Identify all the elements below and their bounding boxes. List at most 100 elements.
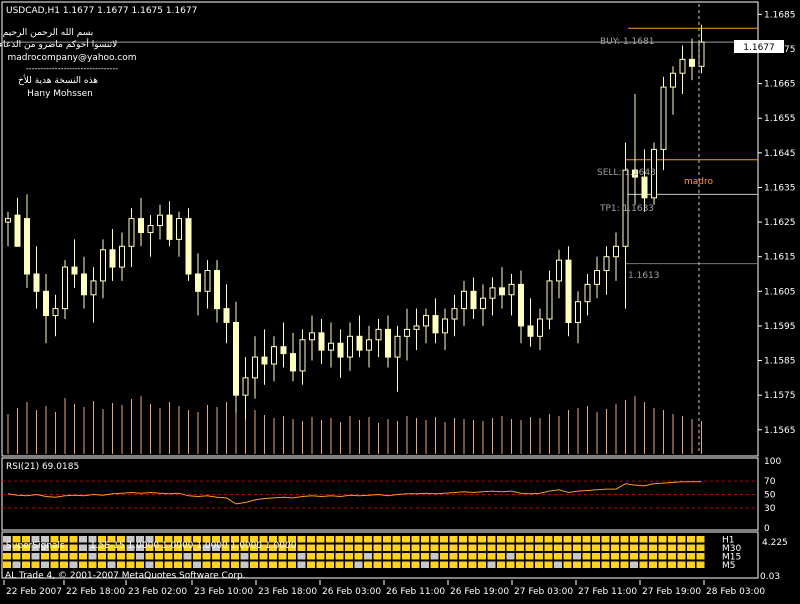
candle-body-bull <box>698 41 705 67</box>
signal-cell <box>478 544 486 551</box>
signal-cell <box>554 544 562 551</box>
signal-cell <box>630 544 638 551</box>
signal-cell <box>430 561 439 568</box>
candle-body-bull <box>508 283 515 296</box>
signal-cell <box>563 561 572 568</box>
time-tick-label: 26 Feb 11:00 <box>386 587 445 597</box>
signal-cell <box>440 544 448 551</box>
signal-cell <box>639 544 648 551</box>
candle-body-bull <box>119 245 125 268</box>
signal-cell <box>535 536 543 543</box>
signal-cell <box>297 553 306 560</box>
rsi-panel: RSI(21) 69.0185 100 70 50 30 0 <box>1 457 781 534</box>
signal-cell <box>497 544 505 551</box>
candle-body-bull <box>309 332 315 341</box>
candle-body-bear <box>518 283 524 327</box>
signals-title: SuperSignals <box>6 541 65 551</box>
signal-cell <box>497 553 505 560</box>
signal-cell <box>288 561 296 568</box>
price-tick-label: 1.1565 <box>764 426 796 436</box>
signal-cell <box>440 536 448 543</box>
time-tick-label: 26 Feb 03:00 <box>322 587 381 597</box>
candle-body-bear <box>138 218 144 233</box>
signal-cell <box>326 536 334 543</box>
signal-cell <box>79 544 87 551</box>
trading-chart: 1.16851.16751.16651.16551.16451.16351.16… <box>0 1 796 597</box>
signal-cell <box>221 553 230 560</box>
rsi-tick-label: 30 <box>764 504 776 514</box>
signal-cell <box>278 553 287 560</box>
signal-cell <box>297 561 306 568</box>
signal-cell <box>364 544 372 551</box>
candle-body-bull <box>204 270 211 292</box>
signal-cell <box>459 553 467 560</box>
signal-cell <box>563 544 572 551</box>
signal-cell <box>79 561 87 568</box>
candle-body-bull <box>157 214 163 227</box>
signal-cell <box>278 561 287 568</box>
candle-body-bull <box>328 342 334 351</box>
main-panel: 1.16851.16751.16651.16551.16451.16351.16… <box>0 1 796 457</box>
signal-cell <box>544 553 553 560</box>
signal-cell <box>611 553 619 560</box>
signal-cell <box>31 553 40 560</box>
candle-body-bull <box>660 86 667 150</box>
signal-cell <box>592 544 600 551</box>
signal-cell <box>316 536 325 543</box>
signal-cell <box>525 561 534 568</box>
signal-cell <box>392 544 401 551</box>
signal-cell <box>620 553 629 560</box>
signal-cell <box>677 561 686 568</box>
signal-cell <box>668 544 676 551</box>
signal-cell <box>668 536 676 543</box>
signal-cell <box>516 561 524 568</box>
header-line-5: هذه النسخة هدية للأخ <box>18 74 98 86</box>
signal-cell <box>582 561 591 568</box>
signal-cell <box>525 553 534 560</box>
candle-body-bear <box>185 218 192 275</box>
signal-cell <box>297 544 306 551</box>
signal-cell <box>687 553 695 560</box>
signal-cell <box>364 561 372 568</box>
candle-body-bear <box>233 321 239 396</box>
candle-body-bull <box>242 377 249 396</box>
signal-cell <box>639 553 648 560</box>
signal-cell <box>326 544 334 551</box>
signal-cell <box>582 544 591 551</box>
signal-cell <box>449 544 458 551</box>
signal-cell <box>335 544 344 551</box>
signals-panel: SuperSignals 1.5E-15 1.0000 1.0000 1.000… <box>1 531 788 582</box>
signal-cell <box>620 536 629 543</box>
signal-cell <box>212 561 220 568</box>
candle-body-bear <box>337 342 344 358</box>
signal-cell <box>402 561 410 568</box>
signal-cell <box>487 536 496 543</box>
candle-body-bear <box>223 308 230 323</box>
candle-body-bull <box>5 218 11 223</box>
signals-values: 1.5E-15 1.0000 1.0000 1.0000 1.0000 1.00… <box>90 541 297 551</box>
candle-body-bear <box>641 176 648 199</box>
signal-cell <box>487 553 496 560</box>
candle-body-bull <box>461 290 467 310</box>
candle-body-bear <box>71 266 78 275</box>
candle-body-bull <box>679 58 686 74</box>
signal-cell <box>88 561 97 568</box>
signal-cell <box>582 536 591 543</box>
signal-cell <box>107 553 116 560</box>
level-label-tp1: TP1: 1.1633 <box>599 204 654 214</box>
signal-cell <box>535 561 543 568</box>
signal-cell <box>88 553 97 560</box>
signal-cell <box>164 553 173 560</box>
signal-cell <box>478 536 486 543</box>
signal-cell <box>345 544 353 551</box>
signal-cell <box>307 553 315 560</box>
signal-cell <box>402 536 410 543</box>
price-tick-label: 1.1645 <box>764 149 796 159</box>
signal-cell <box>630 536 638 543</box>
signal-cell <box>459 544 467 551</box>
signal-cell <box>601 553 610 560</box>
axis-end-label: 0.03 <box>760 572 780 582</box>
signal-cell <box>649 561 657 568</box>
signal-cell <box>335 536 344 543</box>
signal-cell <box>611 536 619 543</box>
